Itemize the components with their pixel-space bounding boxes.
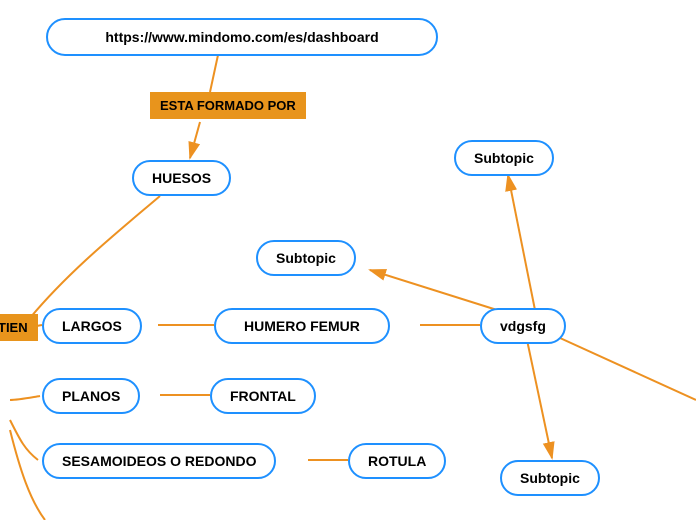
node-sesamoideos[interactable]: SESAMOIDEOS O REDONDO xyxy=(42,443,276,479)
edge-label-esta-formado-por: ESTA FORMADO POR xyxy=(150,92,306,119)
node-huesos-text: HUESOS xyxy=(152,170,211,186)
node-rotula-text: ROTULA xyxy=(368,453,426,469)
edge-label-text: ESTA FORMADO POR xyxy=(160,98,296,113)
edge-label-tien-text: TIEN xyxy=(0,320,28,335)
node-planos[interactable]: PLANOS xyxy=(42,378,140,414)
node-frontal-text: FRONTAL xyxy=(230,388,296,404)
node-rotula[interactable]: ROTULA xyxy=(348,443,446,479)
node-subtopic-top[interactable]: Subtopic xyxy=(454,140,554,176)
node-subtopic-mid[interactable]: Subtopic xyxy=(256,240,356,276)
node-subtopic-bottom-text: Subtopic xyxy=(520,470,580,486)
node-humero-femur-text: HUMERO FEMUR xyxy=(244,318,360,334)
node-frontal[interactable]: FRONTAL xyxy=(210,378,316,414)
node-largos-text: LARGOS xyxy=(62,318,122,334)
node-root-text: https://www.mindomo.com/es/dashboard xyxy=(105,29,378,45)
node-planos-text: PLANOS xyxy=(62,388,120,404)
node-root[interactable]: https://www.mindomo.com/es/dashboard xyxy=(46,18,438,56)
node-vdgsfg-text: vdgsfg xyxy=(500,318,546,334)
node-largos[interactable]: LARGOS xyxy=(42,308,142,344)
node-huesos[interactable]: HUESOS xyxy=(132,160,231,196)
node-sesamoideos-text: SESAMOIDEOS O REDONDO xyxy=(62,453,256,469)
node-subtopic-top-text: Subtopic xyxy=(474,150,534,166)
node-subtopic-bottom[interactable]: Subtopic xyxy=(500,460,600,496)
node-humero-femur[interactable]: HUMERO FEMUR xyxy=(214,308,390,344)
node-vdgsfg[interactable]: vdgsfg xyxy=(480,308,566,344)
edge-label-tien: TIEN xyxy=(0,314,38,341)
node-subtopic-mid-text: Subtopic xyxy=(276,250,336,266)
